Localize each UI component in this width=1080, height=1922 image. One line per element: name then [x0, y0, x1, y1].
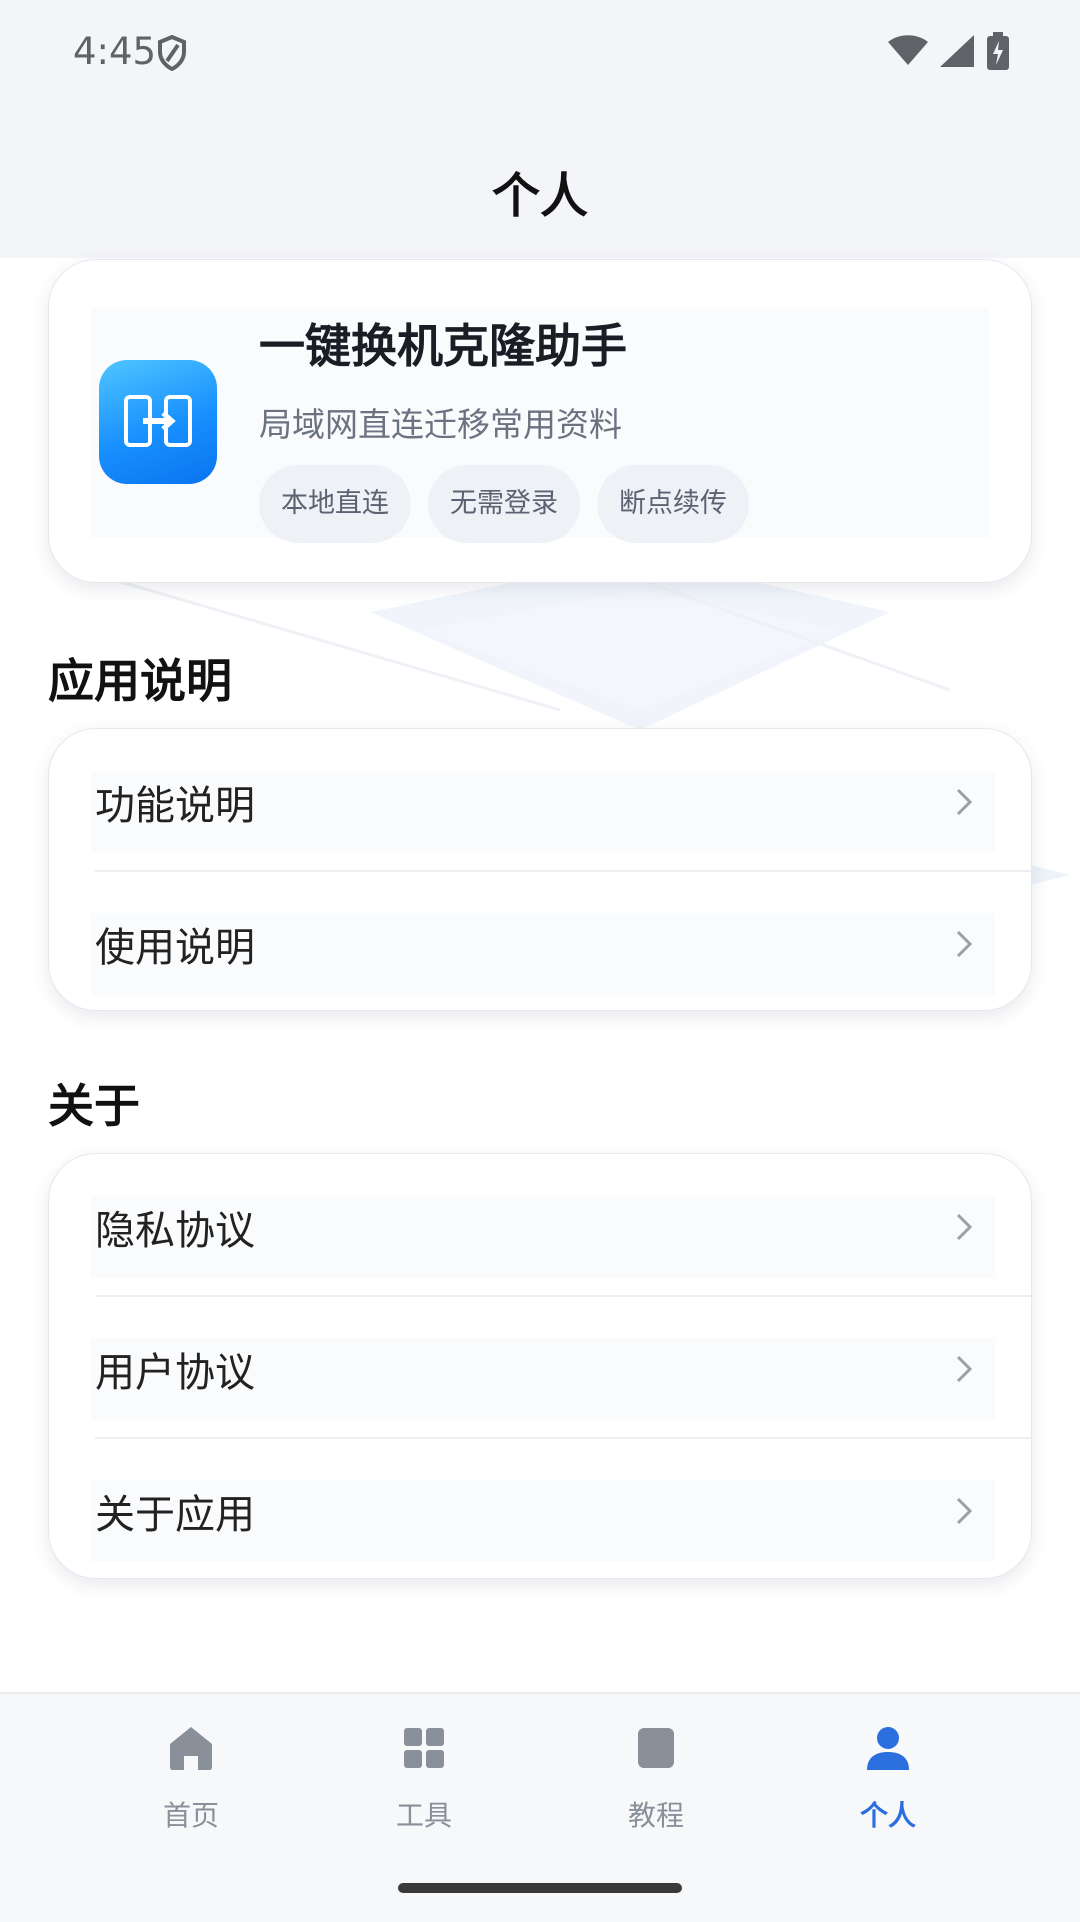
chevron-right-icon	[955, 787, 973, 821]
app-info-card: 一键换机克隆助手 局域网直连迁移常用资料 本地直连 无需登录 断点续传	[48, 259, 1032, 583]
list-item-privacy-policy[interactable]: 隐私协议	[49, 1154, 1031, 1295]
shield-icon	[158, 34, 186, 75]
app-logo	[99, 360, 217, 484]
tab-tutorials[interactable]: 教程	[566, 1724, 746, 1834]
tab-home[interactable]: 首页	[101, 1724, 281, 1834]
status-time: 4:45	[73, 30, 157, 73]
app-description: 局域网直连迁移常用资料	[259, 405, 622, 444]
section-title-app-info: 应用说明	[48, 654, 232, 708]
feature-tags: 本地直连 无需登录 断点续传	[259, 465, 749, 543]
list-item-label: 用户协议	[95, 1350, 255, 1396]
feature-tag: 无需登录	[428, 465, 580, 543]
home-indicator[interactable]	[398, 1883, 682, 1893]
list-item-label: 关于应用	[95, 1492, 255, 1538]
list-item-label: 功能说明	[95, 783, 255, 829]
app-info-list: 功能说明 使用说明	[48, 728, 1032, 1011]
home-icon	[170, 1727, 212, 1770]
tab-label: 工具	[395, 1799, 452, 1832]
book-icon	[638, 1728, 674, 1768]
tab-label: 教程	[627, 1799, 684, 1832]
cell-signal-icon	[940, 35, 974, 71]
page-header: 个人	[0, 110, 1080, 258]
about-list: 隐私协议 用户协议 关于应用	[48, 1153, 1032, 1579]
list-item-label: 使用说明	[95, 925, 255, 971]
status-icons	[888, 32, 1010, 74]
chevron-right-icon	[955, 929, 973, 963]
battery-icon	[986, 32, 1010, 74]
tab-label: 个人	[859, 1799, 916, 1832]
list-item-feature-description[interactable]: 功能说明	[49, 729, 1031, 870]
tab-label: 首页	[162, 1799, 219, 1832]
tab-tools[interactable]: 工具	[334, 1724, 514, 1834]
app-name: 一键换机克隆助手	[259, 319, 627, 373]
tab-profile[interactable]: 个人	[798, 1724, 978, 1834]
list-item-label: 隐私协议	[95, 1208, 255, 1254]
list-item-user-agreement[interactable]: 用户协议	[49, 1296, 1031, 1437]
chevron-right-icon	[955, 1354, 973, 1388]
page-title: 个人	[491, 168, 588, 224]
list-item-about-app[interactable]: 关于应用	[49, 1438, 1031, 1579]
feature-tag: 本地直连	[259, 465, 411, 543]
person-icon	[867, 1727, 909, 1770]
chevron-right-icon	[955, 1496, 973, 1530]
wifi-icon	[888, 35, 928, 71]
chevron-right-icon	[955, 1212, 973, 1246]
grid-icon	[404, 1728, 444, 1768]
list-item-usage-guide[interactable]: 使用说明	[49, 871, 1031, 1012]
section-title-about: 关于	[48, 1079, 140, 1133]
feature-tag: 断点续传	[597, 465, 749, 543]
phone-transfer-icon	[124, 395, 192, 447]
status-bar: 4:45	[0, 0, 1080, 110]
